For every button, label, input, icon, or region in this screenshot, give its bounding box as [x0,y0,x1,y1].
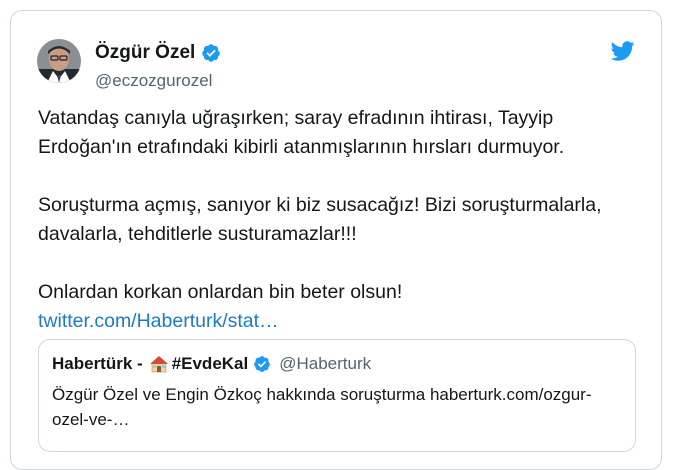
tweet-paragraph: Soruşturma açmış, sanıyor ki biz susacağ… [38,194,602,245]
tweet-paragraph: Vatandaş canıyla uğraşırken; saray efrad… [38,107,565,158]
verified-badge-icon [202,44,221,62]
quoted-display-name-prefix: Habertürk - [52,354,143,373]
quoted-handle[interactable]: @Haberturk [279,354,371,374]
avatar[interactable] [37,39,81,83]
tweet-paragraph: Onlardan korkan onlardan bin beter olsun… [38,281,403,303]
house-emoji-icon [149,356,168,373]
verified-badge-icon [254,356,271,372]
quoted-display-name[interactable]: Habertürk - [52,354,143,374]
author-handle[interactable]: @eczozgurozel [95,71,221,91]
quoted-hashtag[interactable]: #EvdeKal [172,354,249,374]
tweet-text: Vatandaş canıyla uğraşırken; saray efrad… [38,104,638,336]
quoted-tweet-text: Özgür Özel ve Engin Özkoç hakkında soruş… [52,385,592,429]
twitter-bird-icon[interactable] [611,39,635,63]
tweet-link[interactable]: twitter.com/Haberturk/stat… [38,310,279,332]
quoted-tweet-header: Habertürk - #EvdeKal @Haberturk [52,352,371,376]
author-block: Özgür Özel @eczozgurozel [95,41,221,91]
display-name[interactable]: Özgür Özel [95,42,195,64]
tweet-card[interactable]: Özgür Özel @eczozgurozel Vatandaş canıyl… [10,10,662,470]
quoted-tweet[interactable]: Habertürk - #EvdeKal @Haberturk Özgür Öz… [38,339,636,452]
tweet-header: Özgür Özel @eczozgurozel [37,37,635,97]
